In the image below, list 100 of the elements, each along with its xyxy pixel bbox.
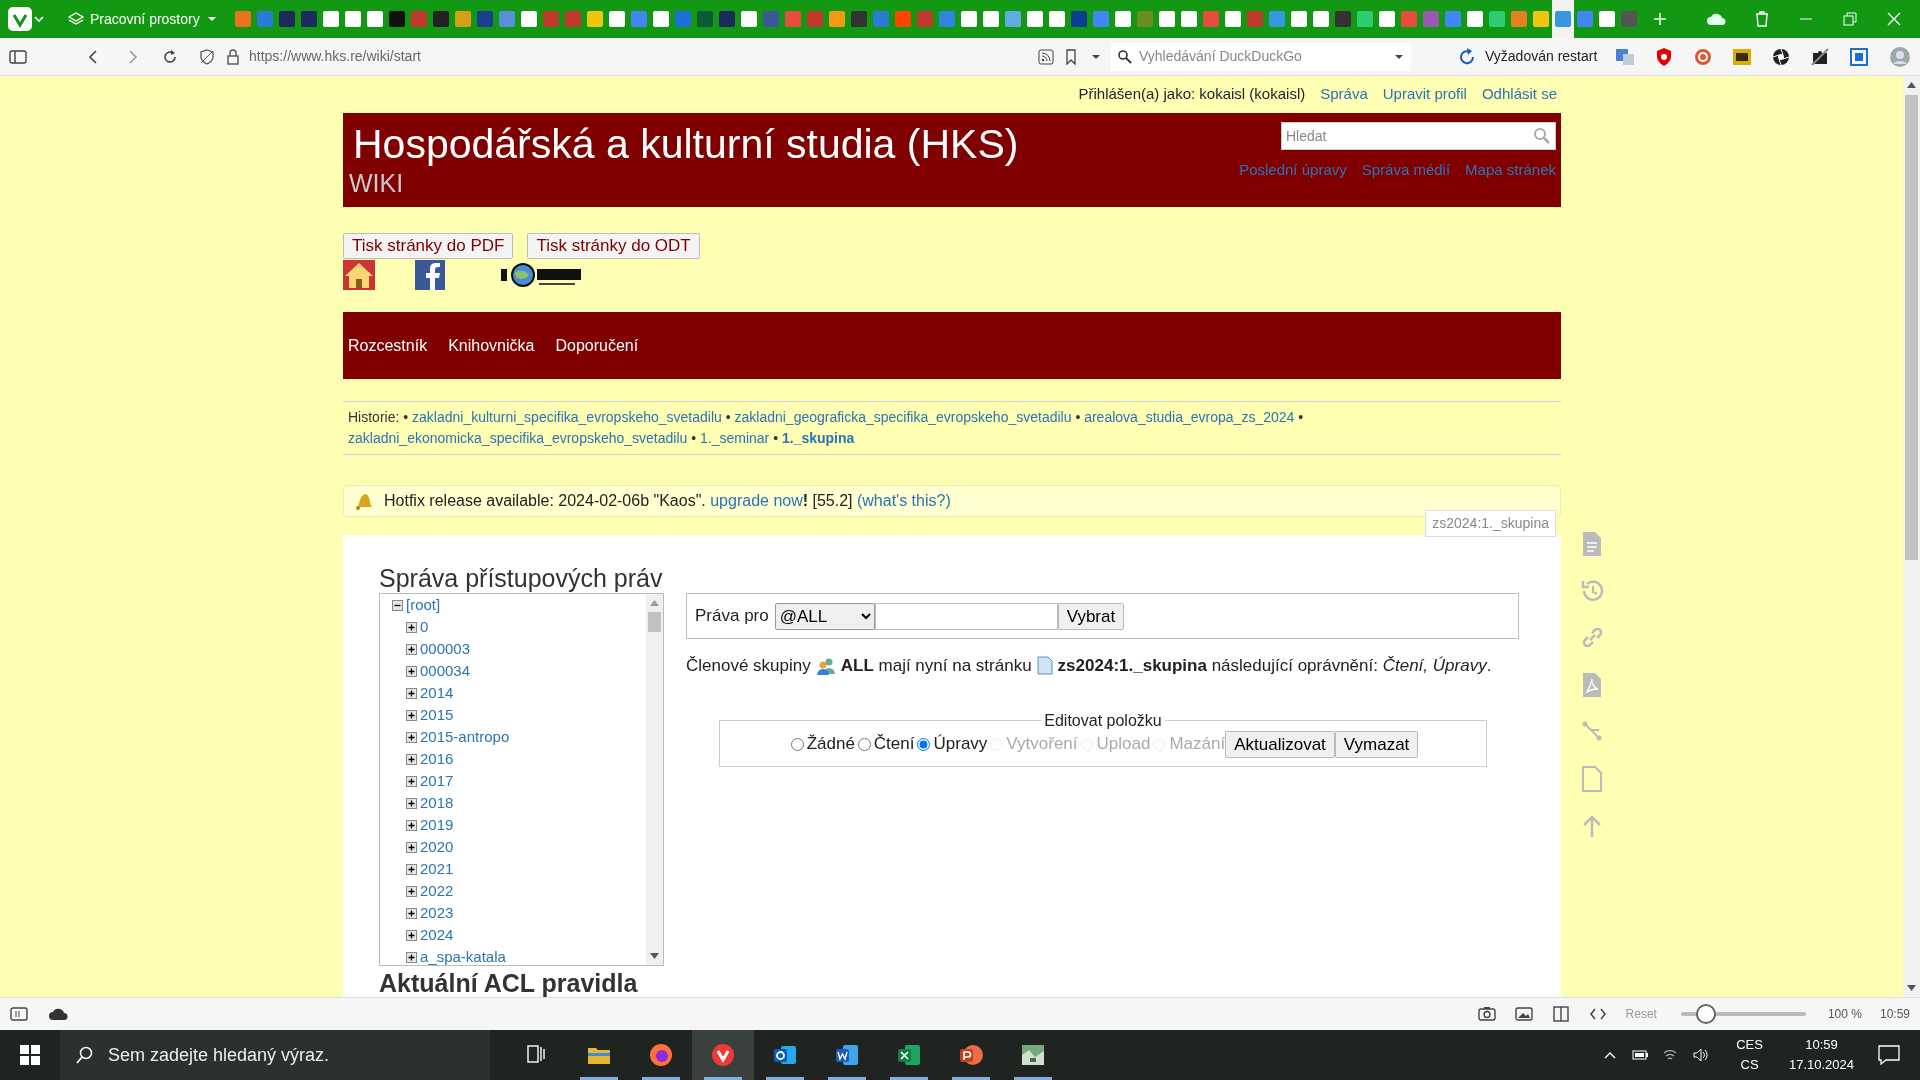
search-field[interactable]: Vyhledávání DuckDuckGo [1111, 42, 1411, 71]
browser-tab[interactable] [1551, 0, 1574, 38]
tree-item[interactable]: 2019 [420, 813, 454, 837]
tree-item[interactable]: 0 [420, 615, 429, 639]
slider-thumb[interactable] [1695, 1004, 1716, 1024]
plus-icon[interactable] [406, 841, 417, 853]
page-scrollbar[interactable] [1903, 76, 1920, 997]
breadcrumb-link[interactable]: 1._seminar [700, 430, 770, 446]
nav-link[interactable]: Doporučení [555, 333, 639, 358]
upgrade-link[interactable]: upgrade now [710, 492, 803, 509]
plus-icon[interactable] [406, 775, 417, 787]
plus-icon[interactable] [406, 709, 417, 721]
dv-icon[interactable] [1732, 46, 1753, 67]
scroll-thumb[interactable] [1905, 95, 1918, 560]
cloud-icon[interactable] [48, 1007, 68, 1021]
facebook-icon[interactable] [415, 260, 445, 290]
tree-item[interactable]: 2016 [420, 747, 454, 771]
duck-icon[interactable] [1693, 46, 1714, 67]
scrollbar[interactable] [646, 594, 663, 965]
plus-icon[interactable] [406, 665, 417, 677]
select-button[interactable]: Vybrat [1057, 602, 1125, 630]
shield-icon[interactable] [198, 47, 216, 66]
layout-icon[interactable] [1551, 1005, 1570, 1023]
plus-icon[interactable] [406, 863, 417, 875]
tree-item[interactable]: 000003 [420, 637, 471, 661]
avatar-icon[interactable] [1888, 46, 1913, 67]
camera-icon[interactable] [1477, 1005, 1496, 1023]
tree-item[interactable]: 2018 [420, 791, 454, 815]
scroll-thumb[interactable] [648, 612, 661, 632]
reset-button[interactable]: Reset [1625, 1005, 1657, 1023]
browser-logo-icon[interactable] [8, 7, 32, 31]
screenshot-icon[interactable] [1849, 46, 1870, 67]
tree-item[interactable]: 2020 [420, 835, 454, 859]
language-button[interactable]: CES CS [1730, 1034, 1769, 1076]
reload-icon[interactable] [161, 47, 179, 66]
help-link[interactable]: (what's this?) [857, 492, 951, 509]
tree-item[interactable]: 2021 [420, 857, 454, 881]
breadcrumb-link[interactable]: zakladni_kulturni_specifika_evropskeho_svetadilu [412, 409, 722, 425]
home-icon[interactable] [343, 260, 375, 290]
action-button[interactable]: Vymazat [1334, 730, 1419, 758]
tree-item[interactable]: 2017 [420, 769, 454, 793]
breadcrumb-link[interactable]: zakladni_ekonomicka_specifika_evropskeho_svetadilu [348, 430, 688, 446]
print-button[interactable]: Tisk stránky do PDF [343, 233, 514, 259]
tree-item[interactable]: a_spa-katala [420, 945, 506, 965]
user-link[interactable]: Upravit profil [1382, 83, 1467, 106]
tree-item[interactable]: 2024 [420, 923, 454, 947]
puzzle-icon[interactable] [1810, 46, 1831, 67]
radio-label[interactable]: Čtení [873, 731, 915, 757]
notification-icon[interactable] [1878, 1045, 1900, 1065]
group-select[interactable]: @ALL [774, 602, 875, 630]
plus-icon[interactable] [406, 951, 417, 963]
name-input-field[interactable] [874, 602, 1058, 630]
aperture-icon[interactable] [1771, 46, 1792, 67]
radio-button[interactable] [790, 737, 804, 751]
close-icon[interactable] [1886, 11, 1902, 27]
tree-item[interactable]: 2014 [420, 681, 454, 705]
plus-icon[interactable] [406, 753, 417, 765]
nav-link[interactable]: Knihovnička [448, 333, 535, 358]
plus-icon[interactable] [406, 687, 417, 699]
search-field[interactable]: Hledat [1281, 122, 1556, 150]
plus-icon[interactable] [406, 731, 417, 743]
user-link[interactable]: Správa [1320, 83, 1368, 106]
taskbar-search-field[interactable]: Sem zadejte hledaný výraz. [60, 1030, 490, 1080]
lock-icon[interactable] [224, 47, 242, 66]
restore-icon[interactable] [1842, 11, 1858, 27]
radio-label[interactable]: Úpravy [933, 731, 988, 757]
plus-icon[interactable] [406, 885, 417, 897]
plus-icon[interactable] [406, 643, 417, 655]
workspace-button[interactable]: Pracovní prostory [60, 4, 226, 34]
breadcrumb-link[interactable]: 1._skupina [781, 430, 855, 446]
plus-icon[interactable] [406, 907, 417, 919]
breadcrumb-link[interactable]: arealova_studia_evropa_zs_2024 [1084, 409, 1295, 425]
pdf-icon[interactable] [1580, 672, 1604, 698]
radio-label[interactable]: Žádné [806, 731, 855, 757]
address-field[interactable]: https://www.hks.re/wiki/start [249, 46, 1019, 67]
panel-icon[interactable] [10, 1007, 28, 1021]
translate-icon[interactable] [1615, 46, 1636, 67]
plus-icon[interactable] [406, 929, 417, 941]
nav-link[interactable]: Rozcestník [348, 333, 428, 358]
breadcrumb-link[interactable]: zakladni_geograficka_specifika_evropskeho_svetadilu [734, 409, 1072, 425]
tree-item[interactable]: 2023 [420, 901, 454, 925]
action-button[interactable]: Aktualizovat [1225, 730, 1335, 758]
print-button[interactable]: Tisk stránky do ODT [527, 233, 700, 259]
user-link[interactable]: Odhlásit se [1481, 83, 1557, 106]
radio-button[interactable] [917, 737, 931, 751]
rss-icon[interactable] [1037, 47, 1055, 66]
tree-item[interactable]: 2015-antropo [420, 725, 510, 749]
plus-icon[interactable] [406, 797, 417, 809]
tree-item[interactable]: 2015 [420, 703, 454, 727]
battery-icon[interactable] [1632, 1047, 1649, 1063]
radio-button[interactable] [857, 737, 871, 751]
volume-icon[interactable] [1692, 1047, 1709, 1063]
minus-icon[interactable] [392, 599, 403, 611]
tree-item[interactable]: 2022 [420, 879, 454, 903]
trash-icon[interactable] [1754, 10, 1770, 28]
restart-button[interactable]: Vyžadován restart [1451, 45, 1604, 68]
image-icon[interactable] [1514, 1005, 1533, 1023]
plus-icon[interactable] [406, 819, 417, 831]
sidebar-icon[interactable] [9, 47, 27, 66]
tree-item[interactable]: 000034 [420, 659, 471, 683]
